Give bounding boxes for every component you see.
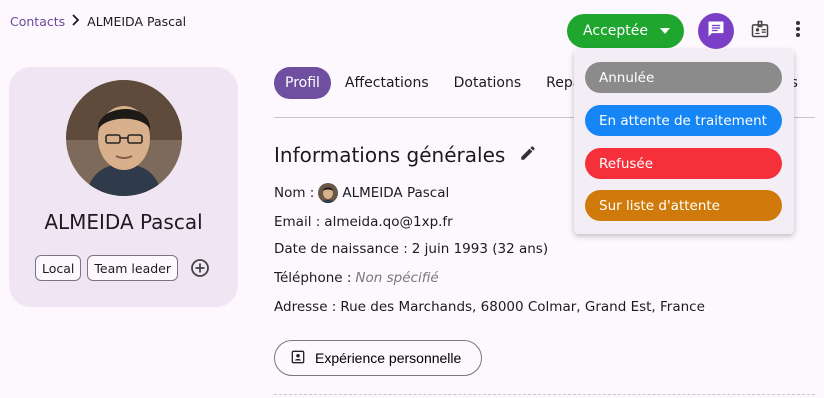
mini-avatar — [318, 183, 339, 203]
address-label: Adresse : — [274, 299, 337, 315]
email-value[interactable]: almeida.qo@1xp.fr — [324, 214, 452, 230]
edit-pencil-icon[interactable] — [519, 143, 537, 167]
header-actions: Acceptée — [567, 13, 810, 49]
chevron-right-icon — [71, 14, 81, 29]
email-label: Email : — [274, 214, 321, 230]
id-card-icon — [291, 350, 305, 367]
chat-icon — [706, 19, 726, 43]
status-option-en-attente[interactable]: En attente de traitement — [585, 105, 782, 136]
breadcrumb: Contacts ALMEIDA Pascal — [10, 14, 186, 29]
section-title: Informations générales — [274, 143, 506, 167]
badge-icon — [750, 19, 770, 43]
status-dropdown-button[interactable]: Acceptée — [567, 14, 684, 48]
info-email-row: Email : almeida.qo@1xp.fr — [274, 214, 453, 230]
caret-down-icon — [660, 28, 670, 34]
tab-dotations[interactable]: Dotations — [443, 67, 533, 99]
tag-list: Local Team leader — [35, 255, 210, 281]
phone-value: Non spécifié — [355, 270, 439, 286]
phone-label: Téléphone : — [274, 270, 352, 286]
more-vertical-icon — [795, 20, 801, 42]
name-label: Nom : — [274, 185, 315, 201]
status-option-annulee[interactable]: Annulée — [585, 62, 782, 93]
tag-local[interactable]: Local — [35, 255, 82, 281]
status-label: Acceptée — [583, 23, 648, 39]
more-options-button[interactable] — [786, 19, 810, 43]
status-option-liste-attente[interactable]: Sur liste d'attente — [585, 190, 782, 221]
chat-button[interactable] — [698, 13, 734, 49]
experience-button-label: Expérience personnelle — [315, 350, 462, 366]
experience-button[interactable]: Expérience personnelle — [274, 340, 483, 376]
info-name-row: Nom : ALMEIDA Pascal — [274, 183, 449, 203]
breadcrumb-current: ALMEIDA Pascal — [87, 14, 187, 29]
profile-name: ALMEIDA Pascal — [44, 210, 203, 234]
tab-profil[interactable]: Profil — [274, 67, 331, 99]
tab-bar: Profil Affectations Dotations Repas — [274, 67, 603, 99]
badge-button[interactable] — [748, 19, 772, 43]
status-dropdown-menu: Annulée En attente de traitement Refusée… — [574, 50, 794, 234]
info-birth-row: Date de naissance : 2 juin 1993 (32 ans) — [274, 241, 548, 257]
address-value: Rue des Marchands, 68000 Colmar, Grand E… — [340, 299, 705, 315]
birth-label: Date de naissance : — [274, 241, 408, 257]
name-value: ALMEIDA Pascal — [342, 185, 450, 201]
breadcrumb-contacts-link[interactable]: Contacts — [10, 14, 65, 29]
info-address-row: Adresse : Rue des Marchands, 68000 Colma… — [274, 299, 705, 315]
avatar — [66, 80, 182, 196]
add-tag-icon[interactable] — [190, 258, 210, 278]
tab-affectations[interactable]: Affectations — [334, 67, 440, 99]
profile-card: ALMEIDA Pascal Local Team leader — [9, 67, 238, 307]
status-option-refusee[interactable]: Refusée — [585, 148, 782, 179]
dashed-divider — [274, 394, 815, 395]
info-phone-row: Téléphone : Non spécifié — [274, 270, 439, 286]
section-header: Informations générales — [274, 143, 537, 167]
tag-team-leader[interactable]: Team leader — [87, 255, 179, 281]
birth-value: 2 juin 1993 (32 ans) — [411, 241, 549, 257]
